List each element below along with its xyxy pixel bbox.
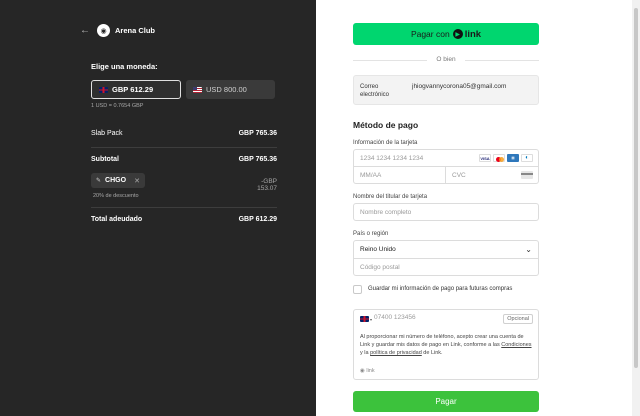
card-info-label: Información de la tarjeta [353,140,418,146]
subtotal-row: Subtotal GBP 765.36 [91,156,277,163]
scrollbar[interactable] [632,0,640,416]
country-select[interactable]: Reino Unido ⌄ [353,240,539,259]
country-label: País o región [353,231,389,237]
privacy-policy-link[interactable]: política de privacidad [370,350,422,356]
link-legal-text: Al proporcionar mi número de teléfono, a… [360,333,535,357]
merchant-header: ← ◉ Arena Club [80,24,155,37]
phone-input[interactable]: 07400 123456 [374,314,416,321]
discount-value: -GBP 153.07 [257,178,277,192]
save-info-label: Guardar mi información de pago para futu… [368,286,513,292]
merchant-name: Arena Club [115,26,156,35]
link-logo: ▶ link [452,28,482,40]
link-footer: ◉ link [360,368,375,374]
expiry-placeholder: MM/AA [360,172,382,179]
legal-text-part: Al proporcionar mi número de teléfono, a… [360,334,524,348]
mastercard-icon [493,154,505,162]
cardholder-input[interactable]: Nombre completo [353,203,539,221]
total-row: Total adeudado GBP 612.29 [91,216,277,223]
divider [91,147,277,148]
back-arrow-icon[interactable]: ← [80,25,90,36]
cvc-placeholder: CVC [452,172,466,179]
expiry-input[interactable]: MM/AA [353,166,446,184]
us-flag-icon [193,86,202,93]
remove-coupon-icon[interactable]: ✕ [134,177,140,185]
coupon-code: CHGO [105,177,127,184]
link-button-prefix: Pagar con [410,29,450,39]
visa-icon: VISA [479,154,491,162]
phone-country-selector[interactable]: ▾ [360,316,372,322]
email-value: jhiogvannycorona05@gmail.com [412,83,507,90]
payment-method-title: Método de pago [353,120,419,130]
merchant-logo-icon: ◉ [97,24,110,37]
legal-text-part: de Link. [421,350,443,356]
cardholder-label: Nombre del titular de tarjeta [353,194,428,200]
link-phone-section: ▾ 07400 123456 Opcional Al proporcionar … [353,309,539,380]
postal-code-input[interactable]: Código postal [353,258,539,276]
currency-title: Elige una moneda: [91,62,158,71]
item-value: GBP 765.36 [238,130,277,137]
cvc-input[interactable]: CVC [445,166,539,184]
cardholder-placeholder: Nombre completo [360,209,412,216]
pay-with-link-button[interactable]: Pagar con ▶ link [353,23,539,45]
scrollbar-thumb[interactable] [634,8,638,368]
card-number-placeholder: 1234 1234 1234 1234 [360,155,424,162]
optional-badge: Opcional [503,314,533,324]
uk-flag-icon [99,86,108,93]
order-summary-panel: ← ◉ Arena Club Elige una moneda: GBP 612… [0,0,316,416]
chevron-down-icon: ⌄ [525,245,532,254]
currency-option-label: GBP 612.29 [112,85,154,94]
diners-icon: ◐ [521,154,533,162]
subtotal-value: GBP 765.36 [238,156,277,163]
or-separator: O bien [353,56,539,63]
legal-text-part: y la [360,350,371,356]
discount-note: 20% de descuento [93,193,139,199]
exchange-rate: 1 USD = 0.7654 GBP [91,103,144,109]
card-brands: VISA ▦ ◐ [479,154,533,162]
uk-flag-icon [360,316,369,322]
amex-icon: ▦ [507,154,519,162]
link-arrow-icon: ▶ [452,29,463,39]
email-field[interactable]: Correo electrónico jhiogvannycorona05@gm… [353,75,539,105]
tag-icon: ✎ [96,178,102,184]
link-small-icon: ◉ [360,368,365,374]
divider [91,207,277,208]
pay-button[interactable]: Pagar [353,391,539,412]
payment-panel: Pagar con ▶ link O bien Correo electróni… [316,0,640,416]
email-label: Correo electrónico [360,84,390,98]
country-value: Reino Unido [360,246,396,253]
subtotal-label: Subtotal [91,156,119,163]
link-footer-label: link [366,368,375,374]
currency-option-usd[interactable]: USD 800.00 [186,80,275,99]
currency-option-label: USD 800.00 [206,85,247,94]
postal-code-placeholder: Código postal [360,264,400,271]
currency-option-gbp[interactable]: GBP 612.29 [91,80,181,99]
total-value: GBP 612.29 [238,216,277,223]
item-label: Slab Pack [91,130,123,137]
chevron-down-icon: ▾ [370,316,373,322]
line-item: Slab Pack GBP 765.36 [91,130,277,137]
total-label: Total adeudado [91,216,143,223]
save-info-checkbox[interactable] [353,285,362,294]
conditions-link[interactable]: Condiciones [501,342,531,348]
link-brand: link [464,28,482,40]
card-number-input[interactable]: 1234 1234 1234 1234 VISA ▦ ◐ [353,149,539,167]
cvc-card-icon [521,171,533,179]
coupon-badge: ✎ CHGO ✕ [91,173,145,188]
